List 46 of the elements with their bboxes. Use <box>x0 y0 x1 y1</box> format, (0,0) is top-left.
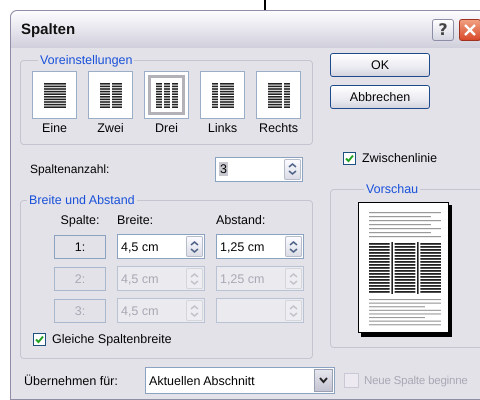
spin-buttons[interactable] <box>284 158 301 180</box>
checkbox[interactable] <box>33 332 46 346</box>
column-header: Spalte: <box>60 213 100 227</box>
preset-label: Zwei <box>97 121 124 135</box>
checkbox[interactable] <box>343 152 356 164</box>
column-number: 3: <box>54 298 106 322</box>
column-header: Abstand: <box>216 213 266 227</box>
preset-button[interactable] <box>88 71 133 119</box>
preset-button[interactable] <box>144 71 189 119</box>
chevron-down-icon[interactable] <box>314 369 333 392</box>
group-title: Voreinstellungen <box>39 53 134 67</box>
spin-field[interactable]: 1,25 cm <box>216 234 304 259</box>
preset-button[interactable] <box>32 71 77 119</box>
column-layout-icon <box>44 82 66 108</box>
help-button[interactable]: ? <box>432 18 454 40</box>
preset-label: Links <box>208 121 238 135</box>
checkbox-label: Gleiche Spaltenbreite <box>52 332 172 346</box>
column-layout-icon <box>156 82 178 108</box>
dialog-button[interactable]: OK <box>330 53 430 77</box>
column-layout-icon <box>268 82 290 108</box>
field-label: Übernehmen für: <box>23 374 119 388</box>
close-icon[interactable] <box>459 18 480 40</box>
spin-buttons[interactable] <box>285 236 302 257</box>
spin-field[interactable]: 3 <box>215 156 303 182</box>
dropdown[interactable]: Aktuellen Abschnitt <box>145 367 335 394</box>
spin-field[interactable] <box>216 298 304 323</box>
checkbox-label: Zwischenlinie <box>362 151 438 165</box>
text-cursor <box>264 0 266 10</box>
field-label: Spaltenanzahl: <box>30 162 110 176</box>
window-title: Spalten <box>21 21 76 38</box>
preset-button[interactable] <box>200 71 245 119</box>
spin-field[interactable]: 4,5 cm <box>117 234 205 259</box>
preset-label: Drei <box>155 121 178 135</box>
checkbox-label: Neue Spalte beginne <box>364 374 468 386</box>
column-header: Breite: <box>117 213 154 227</box>
dialog-button[interactable]: Abbrechen <box>330 85 430 109</box>
column-layout-icon <box>212 82 234 108</box>
spin-buttons[interactable] <box>186 236 203 257</box>
preset-label: Rechts <box>259 121 298 135</box>
group-title: Breite und Abstand <box>28 193 136 207</box>
column-layout-icon <box>100 82 122 108</box>
column-number: 1: <box>54 234 106 258</box>
group-title: Vorschau <box>365 182 420 196</box>
column-number: 2: <box>54 266 106 290</box>
preset-label: Eine <box>42 121 68 135</box>
preset-button[interactable] <box>256 71 301 119</box>
